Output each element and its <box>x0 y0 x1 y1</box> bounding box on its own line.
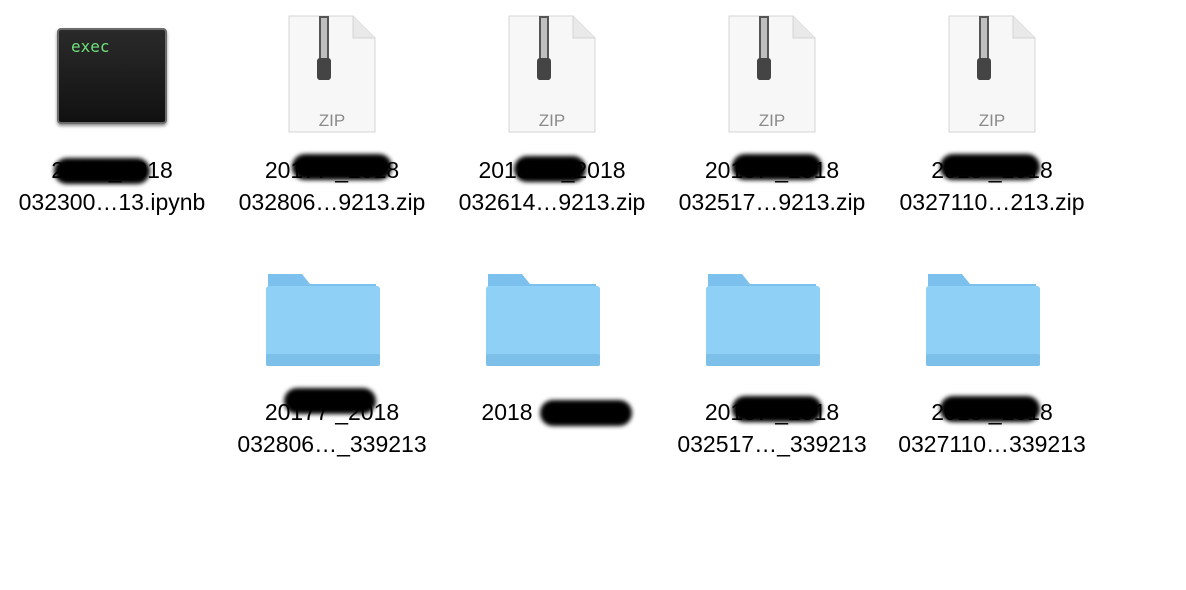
redaction-mark <box>292 154 392 180</box>
redaction-mark <box>540 400 632 426</box>
folder-icon <box>482 270 602 370</box>
zip-label: ZIP <box>758 111 786 130</box>
exec-file-icon: exec <box>57 28 167 124</box>
redaction-mark <box>940 154 1040 180</box>
zip-label: ZIP <box>978 111 1006 130</box>
zip-label: ZIP <box>538 111 566 130</box>
exec-icon-text: exec <box>71 37 110 56</box>
zip-file-icon: ZIP <box>497 14 607 144</box>
folder-label-line2: 032806…_339213 <box>237 431 427 457</box>
redaction-mark <box>732 396 822 422</box>
redaction-mark <box>732 154 822 180</box>
folder-label-line2: 032517…_339213 <box>677 431 867 457</box>
zip-file-icon: ZIP <box>937 14 1047 144</box>
zip-file-icon: ZIP <box>277 14 387 144</box>
file-label-line2: 0327110…213.zip <box>899 189 1085 215</box>
file-label-line2: 032614…9213.zip <box>458 189 646 215</box>
folder-icon <box>702 270 822 370</box>
redaction-mark <box>54 158 150 184</box>
zip-file-icon: ZIP <box>717 14 827 144</box>
redaction-mark <box>284 388 376 414</box>
folder-icon <box>262 270 382 370</box>
folder-label-line2: 0327110…339213 <box>898 431 1086 457</box>
file-label-line2: 032517…9213.zip <box>678 189 866 215</box>
redaction-mark <box>940 396 1040 422</box>
file-label-line2: 032300…13.ipynb <box>18 189 206 215</box>
zip-label: ZIP <box>318 111 346 130</box>
folder-icon <box>922 270 1042 370</box>
file-label-line2: 032806…9213.zip <box>238 189 426 215</box>
redaction-mark <box>514 156 586 182</box>
